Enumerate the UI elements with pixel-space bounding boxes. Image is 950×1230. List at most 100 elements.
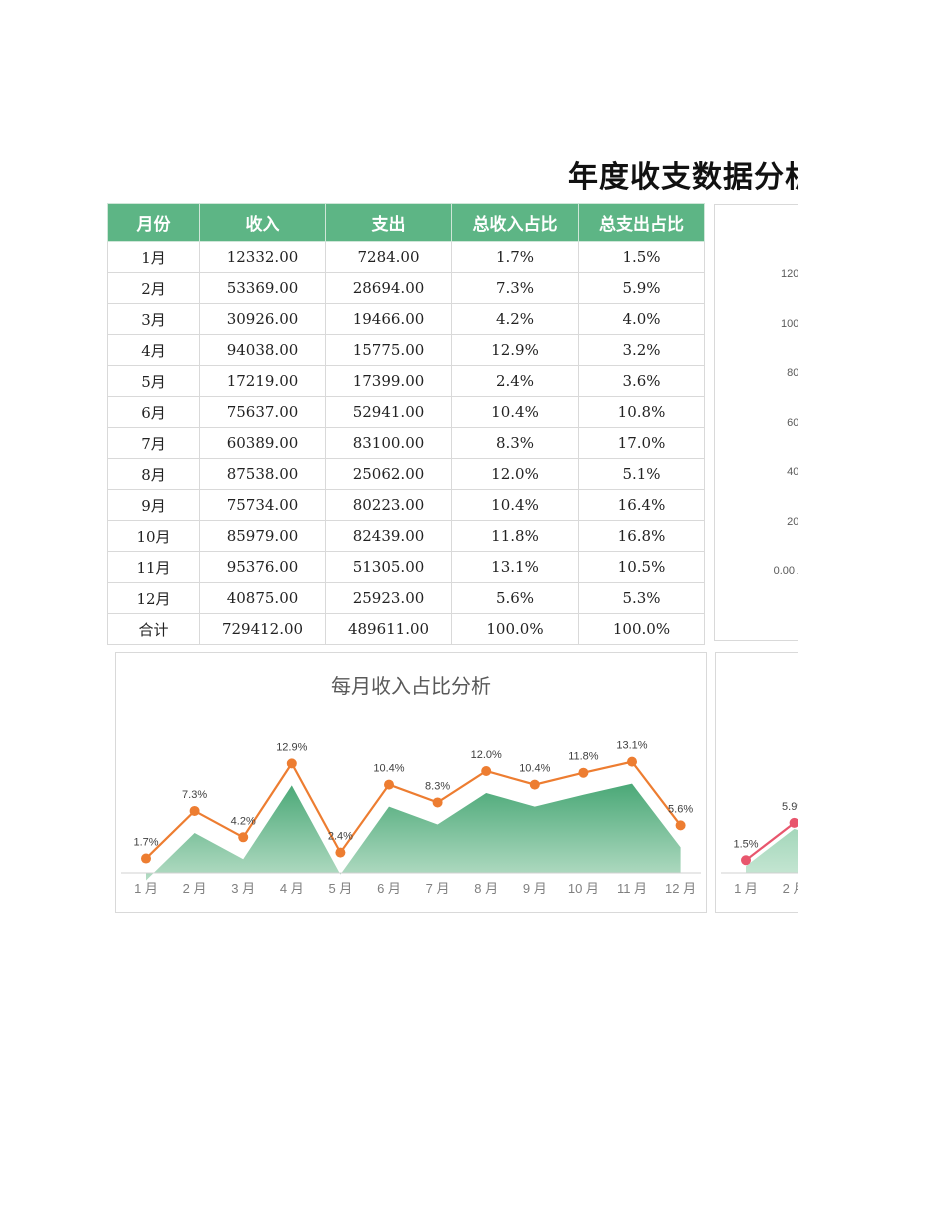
data-label: 13.1%: [616, 740, 647, 752]
month-cell: 5月: [107, 365, 200, 397]
data-point: [189, 805, 200, 816]
expense-cell: 82439.00: [325, 520, 452, 552]
month-cell: 3月: [107, 303, 200, 335]
income-share-cell: 11.8%: [451, 520, 579, 552]
expense-cell: 15775.00: [325, 334, 452, 366]
data-label: 5.9%: [782, 801, 798, 813]
income-share-cell: 5.6%: [451, 582, 579, 614]
table-row: 4月 94038.00 15775.00 12.9% 3.2%: [107, 334, 705, 366]
header-expense-share: 总支出占比: [578, 203, 705, 242]
monthly-bar-chart-panel: 120000.00 100000.00 80000.00 60000.00 40…: [714, 204, 798, 641]
x-tick-label: 10 月: [568, 881, 599, 896]
table-row: 11月 95376.00 51305.00 13.1% 10.5%: [107, 551, 705, 583]
x-tick-label: 3 月: [231, 881, 255, 896]
table-row: 3月 30926.00 19466.00 4.2% 4.0%: [107, 303, 705, 335]
data-point: [141, 853, 151, 864]
table-total-row: 合计 729412.00 489611.00 100.0% 100.0%: [107, 613, 705, 645]
expense-cell: 52941.00: [325, 396, 452, 428]
expense-share-cell: 5.9%: [578, 272, 705, 304]
expense-share-cell: 16.8%: [578, 520, 705, 552]
income-cell: 60389.00: [199, 427, 326, 459]
y-tick-label: 40000.00: [787, 466, 798, 478]
y-tick-label: 80000.00: [787, 367, 798, 379]
x-tick-label: 5 月: [328, 881, 352, 896]
x-tick-label: 1 月: [734, 881, 758, 896]
data-label: 4.2%: [231, 815, 256, 827]
data-label: 7.3%: [182, 789, 207, 801]
data-point: [481, 766, 492, 776]
table-row: 1月 12332.00 7284.00 1.7% 1.5%: [107, 241, 705, 273]
data-label: 11.8%: [568, 751, 599, 763]
y-tick-label: 120000.00: [781, 268, 798, 280]
income-share-cell: 12.9%: [451, 334, 579, 366]
data-point: [627, 756, 637, 767]
expense-share-cell: 5.1%: [578, 458, 705, 490]
expense-cell: 80223.00: [325, 489, 452, 521]
x-tick-label: 4 月: [280, 881, 304, 896]
income-cell: 85979.00: [199, 520, 326, 552]
expense-cell: 17399.00: [325, 365, 452, 397]
income-share-cell: 8.3%: [451, 427, 579, 459]
data-label: 12.0%: [471, 749, 502, 761]
table-row: 9月 75734.00 80223.00 10.4% 16.4%: [107, 489, 705, 521]
income-share-cell: 10.4%: [451, 489, 579, 521]
data-point: [432, 797, 443, 808]
month-cell: 10月: [107, 520, 200, 552]
expense-cell: 7284.00: [325, 241, 452, 273]
total-expense-share-cell: 100.0%: [578, 613, 705, 645]
income-cell: 17219.00: [199, 365, 326, 397]
header-month: 月份: [107, 203, 200, 242]
table-row: 2月 53369.00 28694.00 7.3% 5.9%: [107, 272, 705, 304]
expense-share-chart-panel: 1.5% 1 月 5.9% 2 月: [715, 652, 798, 913]
income-cell: 87538.00: [199, 458, 326, 490]
income-share-cell: 12.0%: [451, 458, 579, 490]
table-row: 6月 75637.00 52941.00 10.4% 10.8%: [107, 396, 705, 428]
table-row: 12月 40875.00 25923.00 5.6% 5.3%: [107, 582, 705, 614]
data-label: 1.5%: [733, 838, 758, 850]
total-month-cell: 合计: [107, 613, 200, 645]
income-share-cell: 4.2%: [451, 303, 579, 335]
income-cell: 30926.00: [199, 303, 326, 335]
data-label: 5.6%: [668, 803, 693, 815]
chart-title: 每月收入占比分析: [331, 675, 491, 698]
y-tick-label: 60000.00: [787, 417, 798, 429]
data-label: 10.4%: [519, 763, 550, 775]
income-share-cell: 2.4%: [451, 365, 579, 397]
axis-tick-mark: [797, 573, 798, 574]
month-cell: 2月: [107, 272, 200, 304]
month-cell: 7月: [107, 427, 200, 459]
y-tick-label: 100000.00: [781, 318, 798, 330]
expense-cell: 51305.00: [325, 551, 452, 583]
income-cell: 75734.00: [199, 489, 326, 521]
month-cell: 11月: [107, 551, 200, 583]
income-cell: 94038.00: [199, 334, 326, 366]
x-tick-label: 12 月: [665, 881, 696, 896]
month-cell: 12月: [107, 582, 200, 614]
expense-share-cell: 10.5%: [578, 551, 705, 583]
viewport: 年度收支数据分析 月份 收入 支出 总收入占比 总支出占比 1月 12332.00…: [0, 0, 798, 1230]
x-tick-label: 9 月: [523, 881, 547, 896]
income-share-cell: 7.3%: [451, 272, 579, 304]
header-expense: 支出: [325, 203, 452, 242]
table-row: 10月 85979.00 82439.00 11.8% 16.8%: [107, 520, 705, 552]
expense-share-cell: 3.2%: [578, 334, 705, 366]
expense-cell: 83100.00: [325, 427, 452, 459]
expense-share-cell: 4.0%: [578, 303, 705, 335]
data-label: 1.7%: [133, 837, 158, 849]
data-point: [384, 779, 394, 790]
x-tick-label: 2 月: [183, 881, 207, 896]
x-tick-label: 6 月: [377, 881, 401, 896]
expense-share-cell: 3.6%: [578, 365, 705, 397]
table-row: 8月 87538.00 25062.00 12.0% 5.1%: [107, 458, 705, 490]
income-share-cell: 13.1%: [451, 551, 579, 583]
page-title: 年度收支数据分析: [568, 160, 798, 195]
expense-cell: 25062.00: [325, 458, 452, 490]
y-tick-label: 0.00: [773, 565, 795, 577]
data-point: [529, 779, 540, 790]
income-share-chart: 每月收入占比分析 1.7% 1 月 7.3% 2 月 4.2% 3 月 12.9% 4 月 2.…: [121, 675, 701, 896]
table-row: 5月 17219.00 17399.00 2.4% 3.6%: [107, 365, 705, 397]
expense-share-cell: 1.5%: [578, 241, 705, 273]
month-cell: 8月: [107, 458, 200, 490]
expense-cell: 19466.00: [325, 303, 452, 335]
expense-cell: 25923.00: [325, 582, 452, 614]
